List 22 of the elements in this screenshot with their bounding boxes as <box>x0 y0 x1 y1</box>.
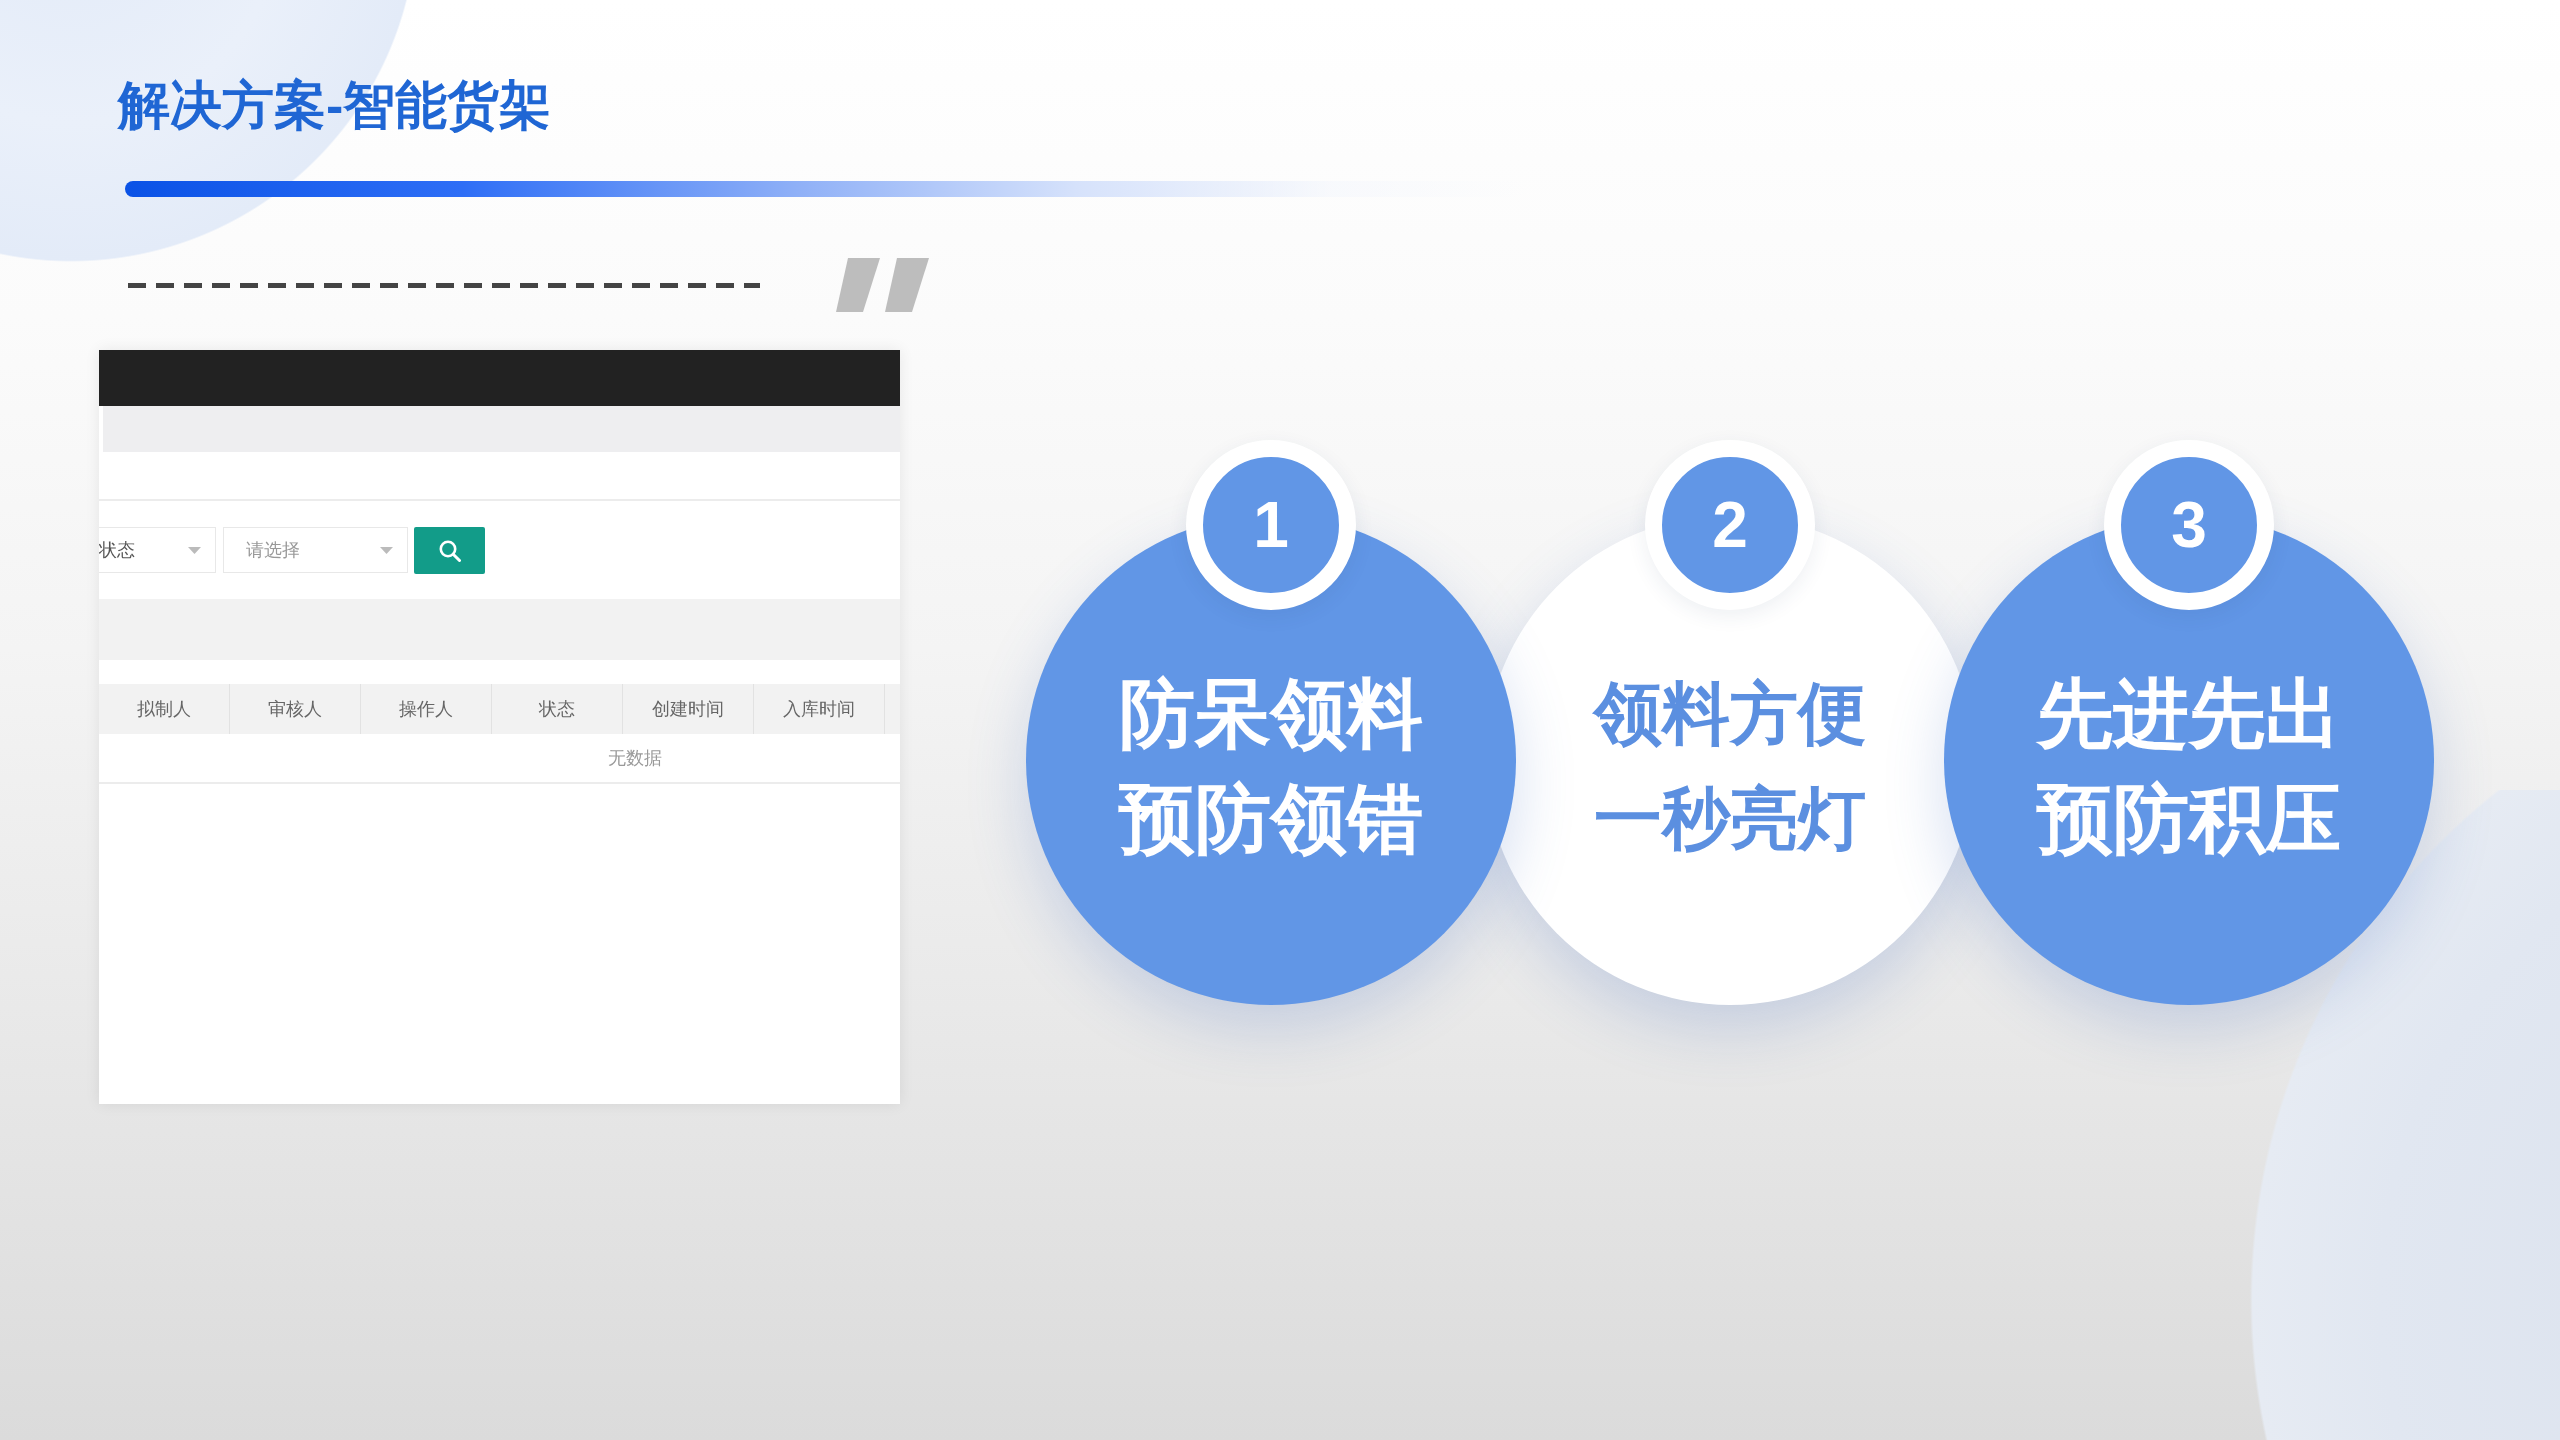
step-number-badge: 3 <box>2104 440 2274 610</box>
empty-table-message: 无数据 <box>608 747 662 770</box>
caret-icon <box>188 546 201 554</box>
feature-line: 预防领错 <box>1119 775 1423 863</box>
column-header: 创建时间 <box>623 684 754 734</box>
quote-mark-icon <box>836 258 929 312</box>
feature-line: 领料方便 <box>1594 674 1866 753</box>
feature-line: 预防积压 <box>2037 775 2341 863</box>
column-header: 审核人 <box>230 684 361 734</box>
column-header: 操作人 <box>361 684 492 734</box>
feature-line: 一秒亮灯 <box>1594 779 1866 858</box>
select-field[interactable]: 状态 <box>99 527 216 573</box>
step-number-badge: 1 <box>1186 440 1356 610</box>
caret-icon <box>380 546 393 554</box>
search-icon <box>438 539 461 562</box>
column-header: 拟制人 <box>99 684 230 734</box>
column-header: 入库时间 <box>754 684 885 734</box>
search-button[interactable] <box>414 527 485 574</box>
feature-line: 先进先出 <box>2037 670 2341 758</box>
slide-title: 解决方案-智能货架 <box>118 75 552 136</box>
feature-line: 防呆领料 <box>1119 670 1423 758</box>
column-header: 状态 <box>492 684 623 734</box>
